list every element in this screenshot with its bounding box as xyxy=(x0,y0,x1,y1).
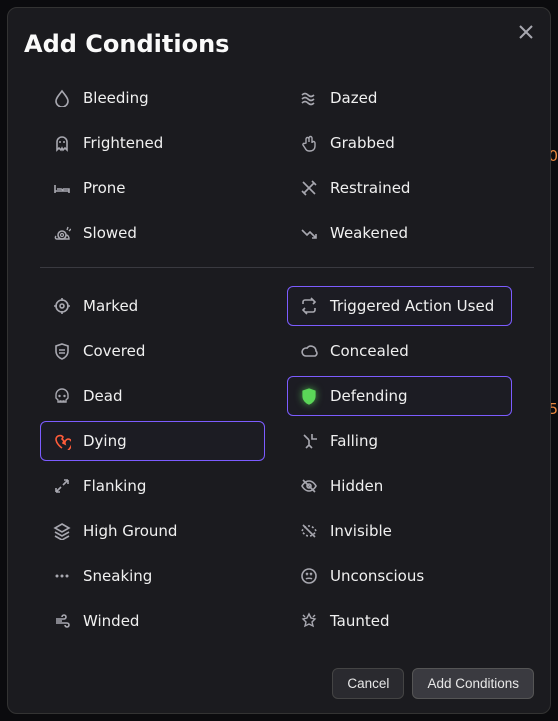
close-icon xyxy=(517,23,535,41)
condition-concealed[interactable]: Concealed xyxy=(287,331,512,371)
condition-taunted[interactable]: Taunted xyxy=(287,601,512,641)
conditions-list: Bleeding Dazed Frightened Grabbed Prone Restr… xyxy=(24,78,534,660)
trenddown-icon xyxy=(300,224,318,242)
condition-label: High Ground xyxy=(83,522,177,540)
waves-icon xyxy=(300,89,318,107)
condition-bleeding[interactable]: Bleeding xyxy=(40,78,265,118)
condition-label: Restrained xyxy=(330,179,410,197)
condition-label: Sneaking xyxy=(83,567,152,585)
condition-label: Defending xyxy=(330,387,408,405)
taunt-icon xyxy=(300,612,318,630)
condition-label: Triggered Action Used xyxy=(330,297,494,315)
condition-unconscious[interactable]: Unconscious xyxy=(287,556,512,596)
cancel-button[interactable]: Cancel xyxy=(332,668,404,699)
condition-flanking[interactable]: Flanking xyxy=(40,466,265,506)
add-conditions-button[interactable]: Add Conditions xyxy=(412,668,534,699)
condition-dying[interactable]: Dying xyxy=(40,421,265,461)
condition-label: Prone xyxy=(83,179,126,197)
condition-label: Winded xyxy=(83,612,139,630)
condition-covered[interactable]: Covered xyxy=(40,331,265,371)
snail-icon xyxy=(53,224,71,242)
condition-slowed[interactable]: Slowed xyxy=(40,213,265,253)
ko-icon xyxy=(300,567,318,585)
condition-label: Taunted xyxy=(330,612,390,630)
condition-label: Frightened xyxy=(83,134,163,152)
invisible-icon xyxy=(300,522,318,540)
bed-icon xyxy=(53,179,71,197)
condition-label: Weakened xyxy=(330,224,408,242)
modal-footer: Cancel Add Conditions xyxy=(24,668,534,699)
condition-hidden[interactable]: Hidden xyxy=(287,466,512,506)
condition-dead[interactable]: Dead xyxy=(40,376,265,416)
condition-highground[interactable]: High Ground xyxy=(40,511,265,551)
condition-dazed[interactable]: Dazed xyxy=(287,78,512,118)
fall-icon xyxy=(300,432,318,450)
condition-invisible[interactable]: Invisible xyxy=(287,511,512,551)
eyeoff-icon xyxy=(300,477,318,495)
condition-prone[interactable]: Prone xyxy=(40,168,265,208)
repeat-icon xyxy=(300,297,318,315)
condition-restrained[interactable]: Restrained xyxy=(287,168,512,208)
shield2-icon xyxy=(53,342,71,360)
flank-icon xyxy=(53,477,71,495)
condition-frightened[interactable]: Frightened xyxy=(40,123,265,163)
dots-icon xyxy=(53,567,71,585)
condition-sneaking[interactable]: Sneaking xyxy=(40,556,265,596)
shield-icon xyxy=(300,387,318,405)
condition-label: Dying xyxy=(83,432,127,450)
condition-marked[interactable]: Marked xyxy=(40,286,265,326)
heartbreak-icon xyxy=(53,432,71,450)
condition-falling[interactable]: Falling xyxy=(287,421,512,461)
condition-label: Unconscious xyxy=(330,567,424,585)
condition-label: Falling xyxy=(330,432,378,450)
modal-title: Add Conditions xyxy=(24,30,534,58)
condition-label: Dazed xyxy=(330,89,377,107)
condition-weakened[interactable]: Weakened xyxy=(287,213,512,253)
cloud-icon xyxy=(300,342,318,360)
condition-grabbed[interactable]: Grabbed xyxy=(287,123,512,163)
condition-label: Grabbed xyxy=(330,134,395,152)
add-conditions-modal: Add Conditions Bleeding Dazed Frightened Gr… xyxy=(7,7,551,714)
section-divider xyxy=(40,267,534,268)
layers-icon xyxy=(53,522,71,540)
skull-icon xyxy=(53,387,71,405)
close-button[interactable] xyxy=(512,18,540,46)
condition-label: Dead xyxy=(83,387,123,405)
noarrow-icon xyxy=(300,179,318,197)
condition-triggered[interactable]: Triggered Action Used xyxy=(287,286,512,326)
wind-icon xyxy=(53,612,71,630)
condition-label: Invisible xyxy=(330,522,392,540)
condition-label: Covered xyxy=(83,342,145,360)
condition-label: Concealed xyxy=(330,342,409,360)
condition-label: Slowed xyxy=(83,224,137,242)
condition-label: Marked xyxy=(83,297,138,315)
condition-label: Bleeding xyxy=(83,89,149,107)
droplet-icon xyxy=(53,89,71,107)
condition-winded[interactable]: Winded xyxy=(40,601,265,641)
target-icon xyxy=(53,297,71,315)
ghost-icon xyxy=(53,134,71,152)
condition-label: Hidden xyxy=(330,477,383,495)
hand-icon xyxy=(300,134,318,152)
condition-defending[interactable]: Defending xyxy=(287,376,512,416)
condition-label: Flanking xyxy=(83,477,146,495)
